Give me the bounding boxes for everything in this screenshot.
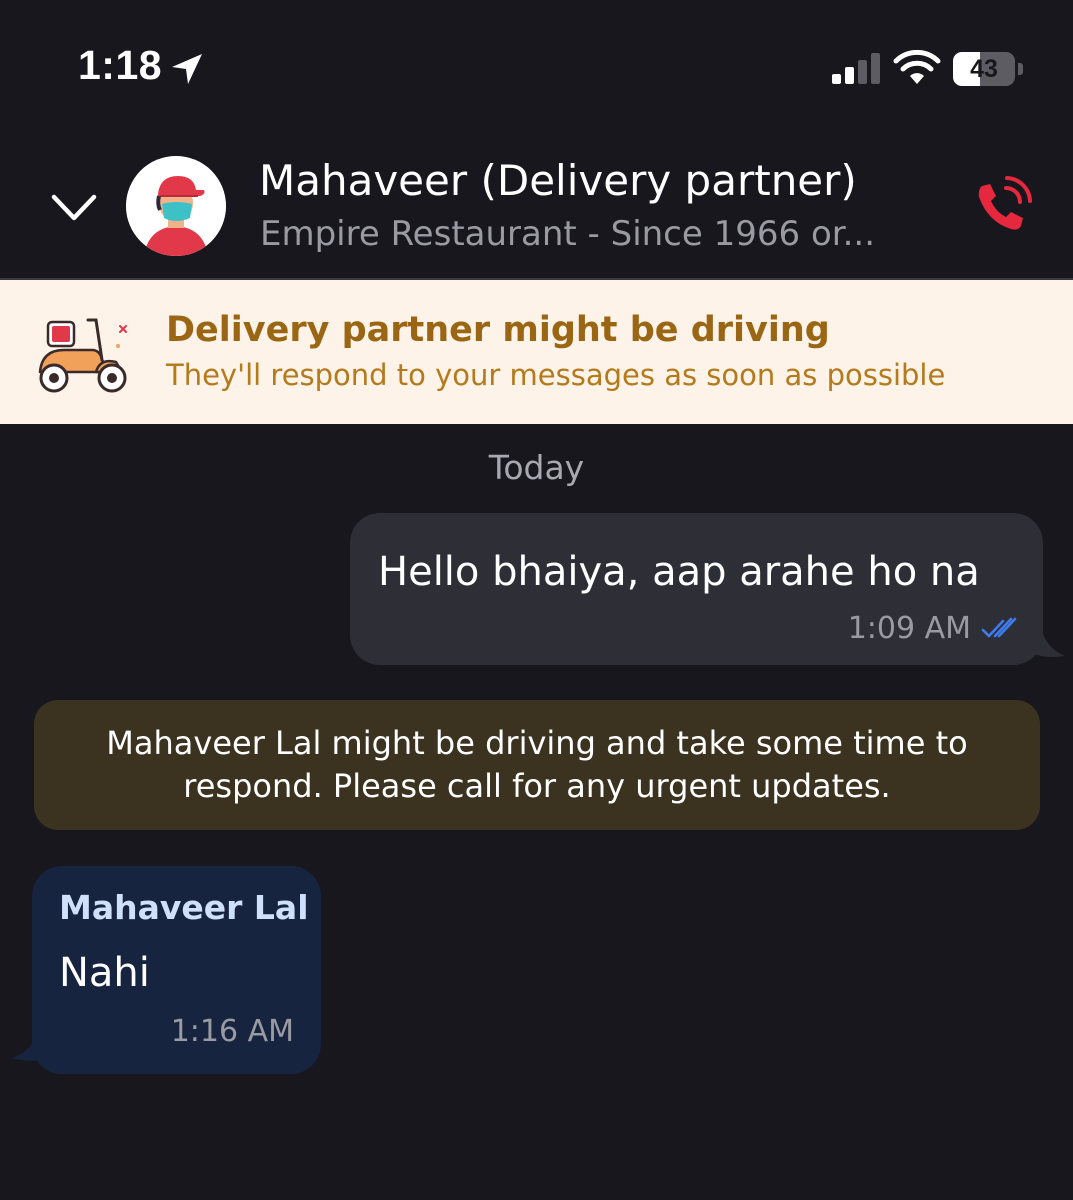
date-separator: Today — [488, 448, 585, 487]
delivery-avatar[interactable] — [126, 156, 226, 256]
status-bar: 1:18 43 — [0, 0, 1073, 130]
phone-call-icon[interactable] — [968, 174, 1034, 240]
message-time: 1:16 AM — [170, 1014, 294, 1049]
scooter-icon — [38, 318, 127, 393]
driving-banner: Delivery partner might be driving They'l… — [0, 280, 1073, 424]
system-note-text: Mahaveer Lal might be driving and take s… — [106, 724, 968, 805]
contact-name: Mahaveer (Delivery partner) — [259, 156, 857, 205]
message-text: Hello bhaiya, aap arahe ho na — [378, 549, 980, 595]
wifi-icon — [893, 50, 941, 84]
chat-screen: 1:18 43 Mahaveer (Delivery partner) Empi… — [0, 0, 1073, 1200]
message-sender: Mahaveer Lal — [59, 888, 309, 927]
message-text: Nahi — [59, 950, 150, 996]
outgoing-message-bubble[interactable]: Hello bhaiya, aap arahe ho na 1:09 AM — [350, 513, 1043, 665]
signal-icon — [832, 53, 880, 84]
contact-subtitle: Empire Restaurant - Since 1966 or... — [260, 214, 876, 254]
double-check-icon — [981, 617, 1017, 638]
status-time: 1:18 — [78, 42, 163, 88]
incoming-message-bubble[interactable]: Mahaveer Lal Nahi 1:16 AM — [32, 866, 321, 1074]
banner-title: Delivery partner might be driving — [166, 310, 830, 350]
message-time: 1:09 AM — [847, 611, 971, 646]
battery-icon: 43 — [953, 52, 1023, 86]
battery-percent: 43 — [970, 55, 998, 83]
banner-subtitle: They'll respond to your messages as soon… — [166, 358, 946, 392]
chevron-down-icon[interactable] — [44, 182, 104, 232]
location-arrow-icon — [172, 54, 202, 84]
chat-header: Mahaveer (Delivery partner) Empire Resta… — [0, 130, 1073, 280]
system-note: Mahaveer Lal might be driving and take s… — [34, 700, 1040, 830]
